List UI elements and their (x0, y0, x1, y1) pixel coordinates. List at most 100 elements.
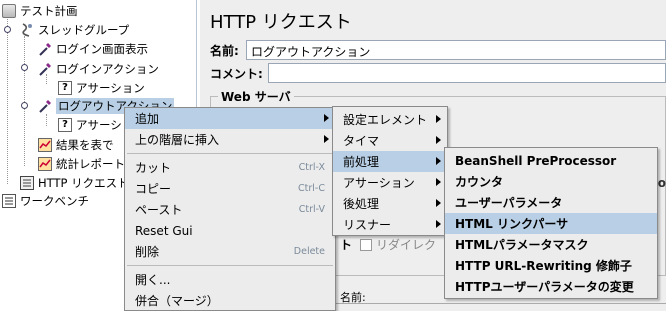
menu-item-assertion[interactable]: アサーション (333, 172, 447, 193)
menu-item-counter[interactable]: カウンタ (445, 171, 657, 192)
tree-line (7, 14, 8, 184)
menu-item-label: タイマ (343, 134, 380, 148)
field-label-fragment: ト (340, 238, 353, 252)
comment-field[interactable] (268, 63, 666, 83)
menu-item-label: Reset Gui (135, 223, 193, 238)
menu-item-http-user-parameter-modifier[interactable]: HTTPユーザーパラメータの変更 (445, 276, 657, 297)
menu-separator (127, 265, 333, 266)
submenu-arrow-icon (436, 220, 441, 228)
tree-item-label: HTTP リクエスト (38, 176, 129, 190)
menu-item-label: 追加 (135, 112, 160, 126)
tree-item-label: アサーション (76, 81, 145, 95)
tree-item-workbench[interactable]: ワークベンチ (2, 192, 89, 210)
pipette-icon (38, 42, 52, 56)
menu-item-label: ペースト (135, 203, 183, 217)
menu-item-label: ユーザーパラメータ (455, 196, 563, 210)
name-label: 名前: (210, 43, 239, 58)
expand-toggle[interactable] (4, 26, 11, 33)
submenu-arrow-icon (324, 114, 329, 122)
menu-item-label: HTTPユーザーパラメータの変更 (455, 280, 634, 294)
menu-item-config-element[interactable]: 設定エレメント (333, 109, 447, 130)
menu-item-label: カウンタ (455, 175, 504, 189)
thread-group-icon (20, 23, 34, 37)
redirect-checkbox[interactable] (360, 238, 372, 251)
menu-item-label: アサーション (343, 176, 415, 190)
menu-item-html-parameter-mask[interactable]: HTMLパラメータマスク (445, 234, 657, 255)
submenu-arrow-icon (436, 136, 441, 144)
assertion-icon: ? (58, 81, 72, 95)
expand-toggle[interactable] (21, 64, 28, 71)
shortcut-label: Ctrl-C (298, 183, 325, 194)
menu-item-label: 前処理 (343, 155, 380, 169)
tree-item-login-action[interactable]: ログインアクション (38, 60, 159, 78)
shortcut-label: Ctrl-V (298, 204, 325, 215)
menu-separator (127, 153, 333, 154)
context-menu: 追加 上の階層に挿入 カット Ctrl-X コピー Ctrl-C ペースト Ct… (124, 107, 336, 311)
parameter-table-header (336, 303, 666, 304)
comment-label: コメント: (210, 66, 263, 81)
test-plan-icon (2, 4, 16, 18)
tree-item-assertion-2[interactable]: ? アサーシ (58, 116, 122, 134)
menu-item-postprocessor[interactable]: 後処理 (333, 193, 447, 214)
comment-row: コメント: (210, 62, 263, 84)
menu-item-copy[interactable]: コピー Ctrl-C (125, 178, 335, 199)
tree-item-label: 結果を表で (56, 138, 114, 152)
menu-item-cut[interactable]: カット Ctrl-X (125, 157, 335, 178)
menu-item-timer[interactable]: タイマ (333, 130, 447, 151)
name-field[interactable]: ログアウトアクション (246, 40, 666, 60)
menu-item-label: リスナー (343, 218, 392, 232)
expand-toggle[interactable] (21, 102, 28, 109)
tree-line (24, 36, 25, 166)
tree-item-login-page[interactable]: ログイン画面表示 (38, 40, 148, 58)
menu-item-label: 上の階層に挿入 (135, 133, 220, 147)
pipette-icon (38, 62, 52, 76)
menu-item-insert-parent[interactable]: 上の階層に挿入 (125, 129, 335, 150)
workbench-icon (2, 194, 16, 208)
menu-item-paste[interactable]: ペースト Ctrl-V (125, 199, 335, 220)
tree-item-label: アサーシ (76, 118, 122, 132)
menu-item-label: HTTP URL-Rewriting 修飾子 (455, 259, 632, 273)
tree-item-assertion[interactable]: ? アサーション (58, 79, 145, 97)
tree-item-label: ログインアクション (56, 62, 159, 76)
tree-item-summary-report[interactable]: 統計レポート (38, 155, 125, 173)
tree-item-thread-group[interactable]: スレッドグループ (20, 21, 129, 39)
tree-item-label: ログイン画面表示 (56, 42, 148, 56)
config-element-icon (20, 176, 34, 190)
add-submenu: 設定エレメント タイマ 前処理 アサーション 後処理 リスナー (332, 106, 448, 236)
menu-item-user-parameters[interactable]: ユーザーパラメータ (445, 192, 657, 213)
menu-item-label: 後処理 (343, 197, 380, 211)
menu-item-label: 併合（マージ） (135, 294, 219, 308)
menu-item-merge[interactable]: 併合（マージ） (125, 290, 335, 311)
listener-icon (38, 157, 52, 171)
redirect-checkbox-row[interactable]: リダイレク (360, 236, 436, 253)
menu-item-label: カット (135, 161, 172, 175)
listener-icon (38, 138, 52, 152)
menu-item-add[interactable]: 追加 (125, 108, 335, 129)
menu-item-url-rewriting-modifier[interactable]: HTTP URL-Rewriting 修飾子 (445, 255, 657, 276)
menu-item-reset-gui[interactable]: Reset Gui (125, 220, 335, 241)
tree-item-label: スレッドグループ (38, 23, 130, 37)
tree-item-results-table[interactable]: 結果を表で (38, 136, 114, 154)
submenu-arrow-icon (436, 115, 441, 123)
tree-item-http-request[interactable]: HTTP リクエスト (20, 174, 129, 192)
submenu-arrow-icon (436, 157, 441, 165)
menu-item-open[interactable]: 開く... (125, 269, 335, 290)
web-server-label: Web サーバ (218, 88, 294, 105)
assertion-icon: ? (58, 118, 72, 132)
menu-item-preprocessor[interactable]: 前処理 (333, 151, 447, 172)
tree-item-label: ワークベンチ (20, 194, 89, 208)
menu-item-label: 設定エレメント (343, 113, 428, 127)
menu-item-label: HTML リンクパーサ (455, 217, 569, 231)
menu-item-label: 削除 (135, 245, 160, 259)
pipette-icon (38, 99, 52, 113)
submenu-arrow-icon (324, 135, 329, 143)
menu-item-listener[interactable]: リスナー (333, 214, 447, 235)
menu-item-label: コピー (135, 182, 172, 196)
menu-item-beanshell-preprocessor[interactable]: BeanShell PreProcessor (445, 150, 657, 171)
menu-item-html-link-parser[interactable]: HTML リンクパーサ (445, 213, 657, 234)
tree-item-test-plan[interactable]: テスト計画 (2, 2, 78, 20)
redirect-label: リダイレク (376, 238, 437, 252)
menu-item-delete[interactable]: 削除 Delete (125, 241, 335, 262)
tree-item-label: 統計レポート (56, 157, 125, 171)
shortcut-label: Ctrl-X (298, 162, 325, 173)
